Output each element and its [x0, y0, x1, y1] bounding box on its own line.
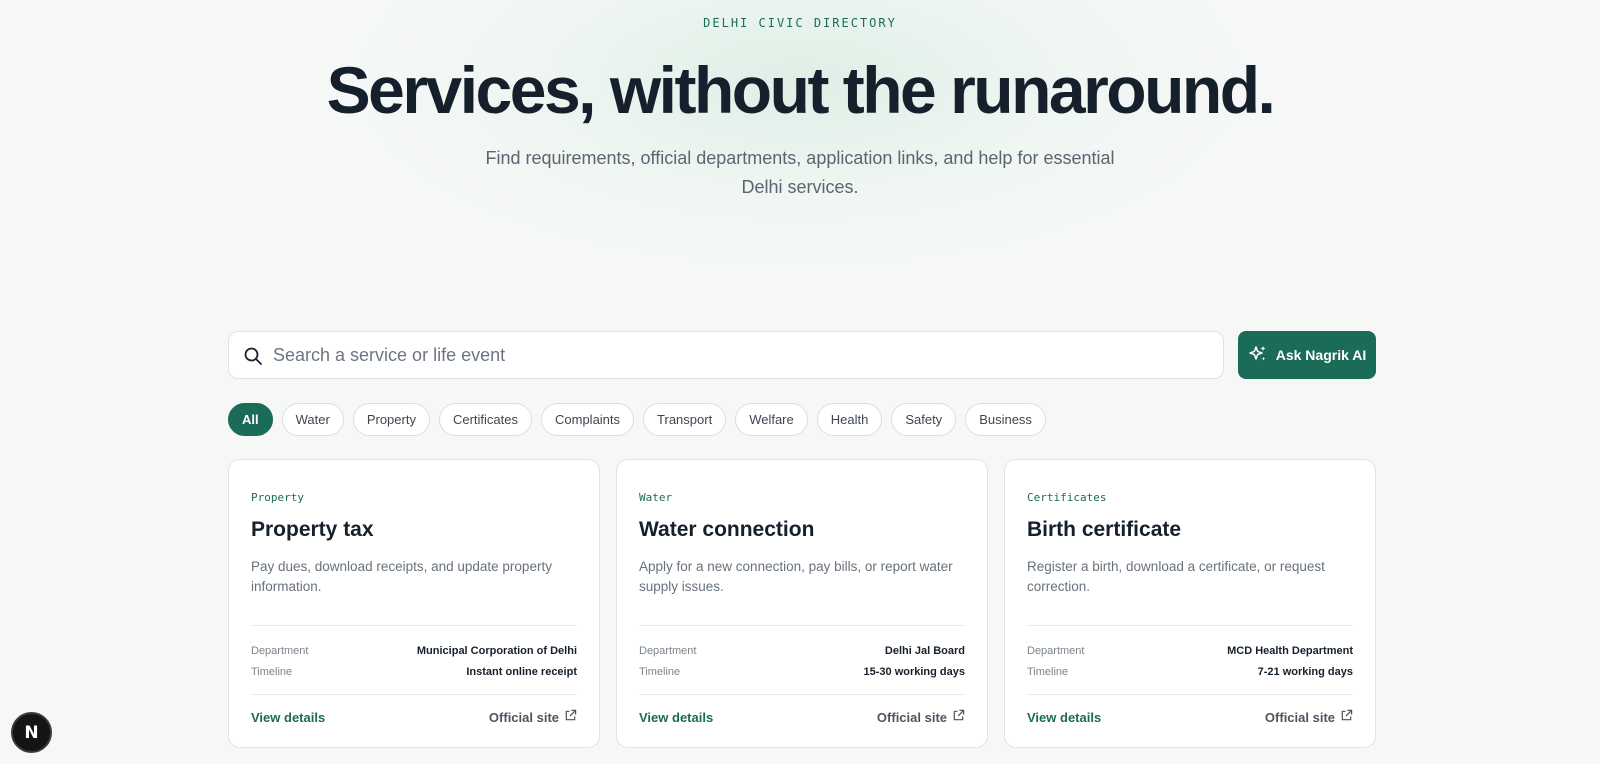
filter-chip-transport[interactable]: Transport	[643, 403, 727, 436]
filter-chip-welfare[interactable]: Welfare	[735, 403, 808, 436]
service-card-property-tax[interactable]: Property Property tax Pay dues, download…	[228, 459, 600, 748]
card-timeline-row: Timeline 15-30 working days	[639, 666, 965, 678]
sparkles-icon	[1248, 344, 1268, 367]
official-site-label: Official site	[876, 709, 947, 725]
search-bar[interactable]	[228, 331, 1224, 379]
card-divider	[639, 625, 965, 626]
department-value: Municipal Corporation of Delhi	[416, 645, 577, 657]
external-link-icon	[952, 709, 965, 725]
card-description: Pay dues, download receipts, and update …	[251, 559, 552, 594]
filter-chip-safety[interactable]: Safety	[891, 403, 957, 436]
timeline-value: 15-30 working days	[863, 666, 966, 678]
official-site-link[interactable]: Official site	[1265, 709, 1353, 725]
card-title: Birth certificate	[1027, 518, 1182, 541]
page-title: Services, without the runaround.	[326, 53, 1276, 127]
official-site-label: Official site	[1264, 709, 1335, 725]
card-department-row: Department Municipal Corporation of Delh…	[251, 645, 577, 657]
department-label: Department	[639, 645, 697, 657]
department-label: Department	[251, 645, 309, 657]
filter-chip-water[interactable]: Water	[281, 403, 344, 436]
filter-chip-property[interactable]: Property	[352, 403, 430, 436]
card-title: Water connection	[639, 518, 815, 541]
hero-eyebrow: DELHI CIVIC DIRECTORY	[703, 16, 897, 30]
timeline-label: Timeline	[639, 666, 681, 678]
department-value: MCD Health Department	[1227, 645, 1353, 657]
card-category: Certificates	[1027, 491, 1107, 504]
filter-chip-all[interactable]: All	[228, 403, 273, 436]
card-description: Apply for a new connection, pay bills, o…	[639, 559, 953, 594]
external-link-icon	[564, 709, 577, 725]
card-footer: View details Official site	[251, 709, 577, 725]
view-details-link[interactable]: View details	[251, 710, 325, 725]
service-card-birth-certificate[interactable]: Certificates Birth certificate Register …	[1004, 459, 1376, 748]
filter-chips: All Water Property Certificates Complain…	[228, 403, 1046, 436]
hero-background-glow	[320, 0, 1280, 280]
card-divider	[1027, 625, 1353, 626]
department-value: Delhi Jal Board	[884, 645, 965, 657]
search-icon	[243, 346, 263, 366]
card-divider	[639, 694, 965, 695]
filter-chip-certificates[interactable]: Certificates	[438, 403, 532, 436]
timeline-value: 7-21 working days	[1257, 666, 1353, 678]
timeline-value: Instant online receipt	[466, 666, 577, 678]
card-title: Property tax	[251, 518, 374, 541]
hero-subhead: Find requirements, official departments,…	[485, 148, 1115, 197]
official-site-label: Official site	[488, 709, 559, 725]
department-label: Department	[1027, 645, 1085, 657]
view-details-link[interactable]: View details	[639, 710, 713, 725]
timeline-label: Timeline	[251, 666, 293, 678]
external-link-icon	[1340, 709, 1353, 725]
ask-nagrik-ai-button[interactable]: Ask Nagrik AI	[1238, 331, 1376, 379]
card-divider	[251, 625, 577, 626]
card-footer: View details Official site	[1027, 709, 1353, 725]
ask-button-label: Ask Nagrik AI	[1275, 347, 1367, 363]
view-details-link[interactable]: View details	[1027, 710, 1101, 725]
card-department-row: Department MCD Health Department	[1027, 645, 1353, 657]
card-divider	[251, 694, 577, 695]
card-timeline-row: Timeline Instant online receipt	[251, 666, 577, 678]
filter-chip-health[interactable]: Health	[816, 403, 883, 436]
filter-chip-business[interactable]: Business	[965, 403, 1046, 436]
card-footer: View details Official site	[639, 709, 965, 725]
dev-tools-button[interactable]: N	[11, 712, 52, 753]
card-timeline-row: Timeline 7-21 working days	[1027, 666, 1353, 678]
filter-chip-complaints[interactable]: Complaints	[541, 403, 635, 436]
card-divider	[1027, 694, 1353, 695]
official-site-link[interactable]: Official site	[489, 709, 577, 725]
timeline-label: Timeline	[1027, 666, 1069, 678]
card-department-row: Department Delhi Jal Board	[639, 645, 965, 657]
official-site-link[interactable]: Official site	[877, 709, 965, 725]
service-card-water-connection[interactable]: Water Water connection Apply for a new c…	[616, 459, 988, 748]
card-category: Water	[639, 491, 673, 504]
card-category: Property	[251, 491, 304, 504]
search-input[interactable]	[273, 332, 1203, 378]
card-description: Register a birth, download a certificate…	[1027, 559, 1325, 594]
